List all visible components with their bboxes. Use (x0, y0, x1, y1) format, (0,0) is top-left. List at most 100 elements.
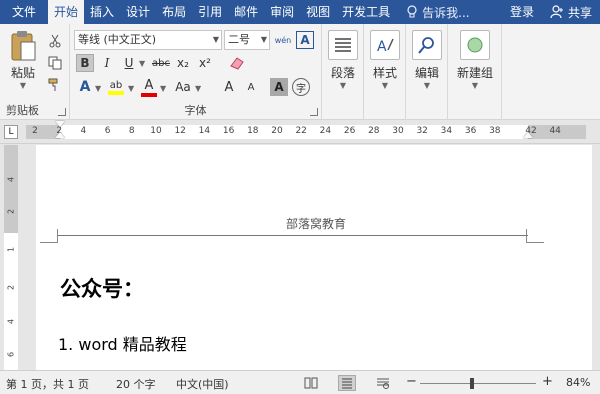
zoom-in-button[interactable]: + (542, 374, 553, 389)
zoom-slider-thumb[interactable] (470, 378, 475, 389)
highlight-swatch (108, 90, 124, 95)
styles-label: 样式 (372, 66, 397, 80)
underline-button[interactable]: U (120, 54, 138, 72)
zoom-slider-track[interactable] (420, 383, 536, 384)
chevron-down-icon: ▼ (128, 84, 135, 93)
tab-selector[interactable]: L (4, 125, 18, 139)
chevron-down-icon: ▼ (260, 35, 267, 44)
vertical-ruler[interactable]: 4 2 1 2 4 6 (0, 145, 20, 370)
shrink-font-button[interactable]: A (242, 78, 260, 96)
vertical-scrollbar[interactable] (592, 145, 600, 370)
web-layout-button[interactable] (374, 375, 392, 391)
enclose-characters-button[interactable]: 字 (292, 78, 310, 96)
change-case-button[interactable]: Aa (172, 78, 194, 96)
vertical-ruler-tick-label: 4 (6, 176, 16, 183)
read-mode-button[interactable] (302, 375, 320, 391)
zoom-out-button[interactable]: − (406, 374, 417, 389)
ruler-tick-label: 44 (549, 126, 561, 136)
phonetic-guide-button[interactable]: wén (274, 31, 292, 49)
font-size-combo[interactable]: 二号 ▼ (224, 30, 270, 50)
ruler-tick-label: 20 (271, 126, 283, 136)
clear-formatting-button[interactable] (228, 54, 246, 72)
tell-me-text: 告诉我... (422, 5, 470, 20)
share-label: 共享 (567, 5, 592, 20)
copy-icon (48, 56, 62, 70)
highlight-color-button[interactable]: ab (106, 76, 126, 98)
font-launcher[interactable] (310, 108, 318, 116)
ribbon-tabbar: 文件 开始 插入 设计 布局 引用 邮件 审阅 视图 开发工具 告诉我... 登… (0, 0, 600, 24)
font-color-swatch (141, 92, 157, 97)
paragraph-button[interactable]: 段落 ▼ (326, 30, 360, 90)
tab-mailings[interactable]: 邮件 (228, 0, 264, 24)
list-item[interactable]: 1. word 精品教程 (58, 331, 187, 355)
chevron-down-icon: ▼ (471, 81, 479, 90)
first-line-indent-marker[interactable] (55, 121, 65, 127)
styles-button[interactable]: A 样式 ▼ (368, 30, 402, 90)
cut-button[interactable] (46, 32, 64, 50)
chevron-down-icon: ▼ (195, 84, 202, 93)
ribbon-home: 粘贴 ▼ 剪贴板 等线 (中文正文) ▼ 二号 ▼ wén A B I U ▼ … (0, 24, 600, 120)
word-window: 文件 开始 插入 设计 布局 引用 邮件 审阅 视图 开发工具 告诉我... 登… (0, 0, 600, 394)
paintbrush-icon (48, 78, 58, 91)
lightbulb-icon (407, 5, 417, 18)
subscript-button[interactable]: x₂ (174, 54, 192, 72)
group-paragraph: 段落 ▼ (322, 24, 364, 120)
ruler-strip: 2 2 4 6 8 10 12 14 16 18 20 22 24 26 28 30 32 34 36 38 42 44 (26, 125, 586, 139)
share-button[interactable]: 共享 (542, 0, 600, 24)
grow-font-button[interactable]: A (220, 78, 238, 96)
font-name-combo[interactable]: 等线 (中文正文) ▼ (74, 30, 222, 50)
tab-file[interactable]: 文件 (0, 0, 48, 24)
bold-button[interactable]: B (76, 54, 94, 72)
tab-references[interactable]: 引用 (192, 0, 228, 24)
right-indent-marker[interactable] (523, 132, 533, 138)
page-header-text[interactable]: 部落窝教育 (36, 215, 596, 232)
tab-layout[interactable]: 布局 (156, 0, 192, 24)
word-count[interactable]: 20 个字 (116, 376, 156, 392)
document-area: 部落窝教育 公众号： 1. word 精品教程 (20, 145, 600, 370)
character-shading-button[interactable]: A (270, 78, 288, 96)
new-group-button[interactable]: 新建组 ▼ (454, 30, 496, 90)
vertical-ruler-tick-label: 6 (6, 351, 16, 358)
font-group-label: 字体 (184, 104, 207, 117)
zoom-level[interactable]: 84% (566, 376, 590, 389)
character-border-button[interactable]: A (296, 31, 314, 49)
top-margin-shade (4, 145, 18, 233)
ruler-tick-label: 26 (343, 126, 356, 136)
tab-home[interactable]: 开始 (48, 0, 85, 24)
italic-button[interactable]: I (98, 54, 116, 72)
page-count[interactable]: 第 1 页，共 1 页 (6, 376, 89, 392)
paste-button[interactable]: 粘贴 ▼ (6, 30, 40, 90)
ruler-tick-label: 16 (222, 126, 235, 136)
paragraph-icon (328, 30, 358, 60)
font-color-button[interactable]: A (140, 76, 158, 98)
text-effects-button[interactable]: A (76, 78, 94, 96)
clipboard-launcher[interactable] (58, 108, 66, 116)
font-color-icon: A (144, 77, 154, 93)
superscript-button[interactable]: x² (196, 54, 214, 72)
language-indicator[interactable]: 中文(中国) (176, 376, 229, 392)
group-styles: A 样式 ▼ (364, 24, 406, 120)
hanging-indent-marker[interactable] (55, 132, 65, 138)
strikethrough-button[interactable]: abc (150, 54, 172, 72)
document-heading[interactable]: 公众号： (60, 273, 144, 303)
editing-button[interactable]: 编辑 ▼ (410, 30, 444, 90)
copy-button[interactable] (46, 54, 64, 72)
tab-insert[interactable]: 插入 (84, 0, 120, 24)
tab-developer[interactable]: 开发工具 (336, 0, 396, 24)
tab-design[interactable]: 设计 (120, 0, 156, 24)
tell-me-box[interactable]: 告诉我... (406, 0, 470, 24)
print-layout-button[interactable] (338, 375, 356, 391)
login-link[interactable]: 登录 (502, 0, 542, 24)
tab-review[interactable]: 审阅 (264, 0, 300, 24)
format-painter-button[interactable] (46, 76, 64, 94)
header-divider (58, 235, 528, 236)
vertical-ruler-strip: 4 2 1 2 4 6 (4, 145, 18, 370)
new-group-label: 新建组 (456, 66, 493, 80)
horizontal-ruler[interactable]: L 2 2 4 6 8 10 12 14 16 18 20 22 24 26 28 30 32 34 36 38 42 4… (0, 120, 600, 144)
ruler-tick-label: 30 (392, 126, 404, 136)
ruler-tick-label: 32 (416, 126, 428, 136)
font-name-value: 等线 (中文正文) (78, 33, 157, 46)
ruler-tick-label: 6 (104, 126, 111, 136)
document-page[interactable]: 部落窝教育 公众号： 1. word 精品教程 (36, 145, 596, 370)
tab-view[interactable]: 视图 (300, 0, 336, 24)
